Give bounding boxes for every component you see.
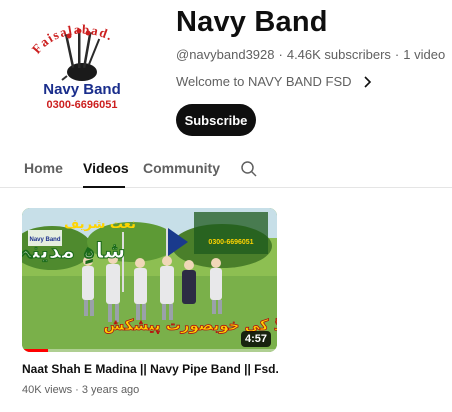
avatar-top-text: Faisalabad. [29,22,115,57]
channel-tabs: Home Videos Community [0,152,452,188]
svg-text:Faisalabad.: Faisalabad. [29,22,117,57]
video-count: 1 video [403,47,446,62]
video-meta: 40K views · 3 years ago [22,384,277,396]
tab-home[interactable]: Home [24,160,63,176]
video-title[interactable]: Naat Shah E Madina || Navy Pipe Band || … [22,362,279,376]
channel-name: Navy Band [176,6,328,38]
thumb-overlay-naat: نعت شریف [64,217,136,232]
watch-progress-fill [22,349,48,352]
video-thumbnail[interactable]: Navy Band نعت شریف شاہِ مدینہ 0300-66960… [22,208,277,352]
watch-progress-bar [22,349,277,352]
video-duration: 4:57 [240,331,271,347]
video-meta-separator: · [75,384,79,396]
chevron-right-icon [363,75,371,88]
subscribe-button[interactable]: Subscribe [176,104,256,136]
video-views: 40K views [22,384,73,396]
channel-handle: @navyband3928 [176,47,275,62]
about-text: Welcome to NAVY BAND FSD [176,74,352,89]
avatar-phone: 0300-6696051 [47,99,118,111]
search-icon[interactable] [240,160,258,178]
video-age: 3 years ago [81,384,140,396]
channel-about-link[interactable]: Welcome to NAVY BAND FSD [176,74,374,89]
subscriber-count: 4.46K subscribers [286,47,391,62]
channel-avatar[interactable]: Faisalabad. Navy Band 0300-6696051 [22,14,142,134]
tab-videos[interactable]: Videos [83,160,129,176]
meta-separator: · [394,47,400,62]
video-card[interactable]: Navy Band نعت شریف شاہِ مدینہ 0300-66960… [22,208,279,396]
active-tab-indicator [83,186,125,188]
avatar-brand: Navy Band [43,81,121,98]
thumb-overlay-phone: 0300-6696051 [208,239,253,246]
channel-meta: @navyband3928 · 4.46K subscribers · 1 video [176,47,445,62]
thumb-overlay-title: شاہِ مدینہ [22,239,125,264]
meta-separator: · [278,47,283,62]
tab-community[interactable]: Community [143,160,220,176]
